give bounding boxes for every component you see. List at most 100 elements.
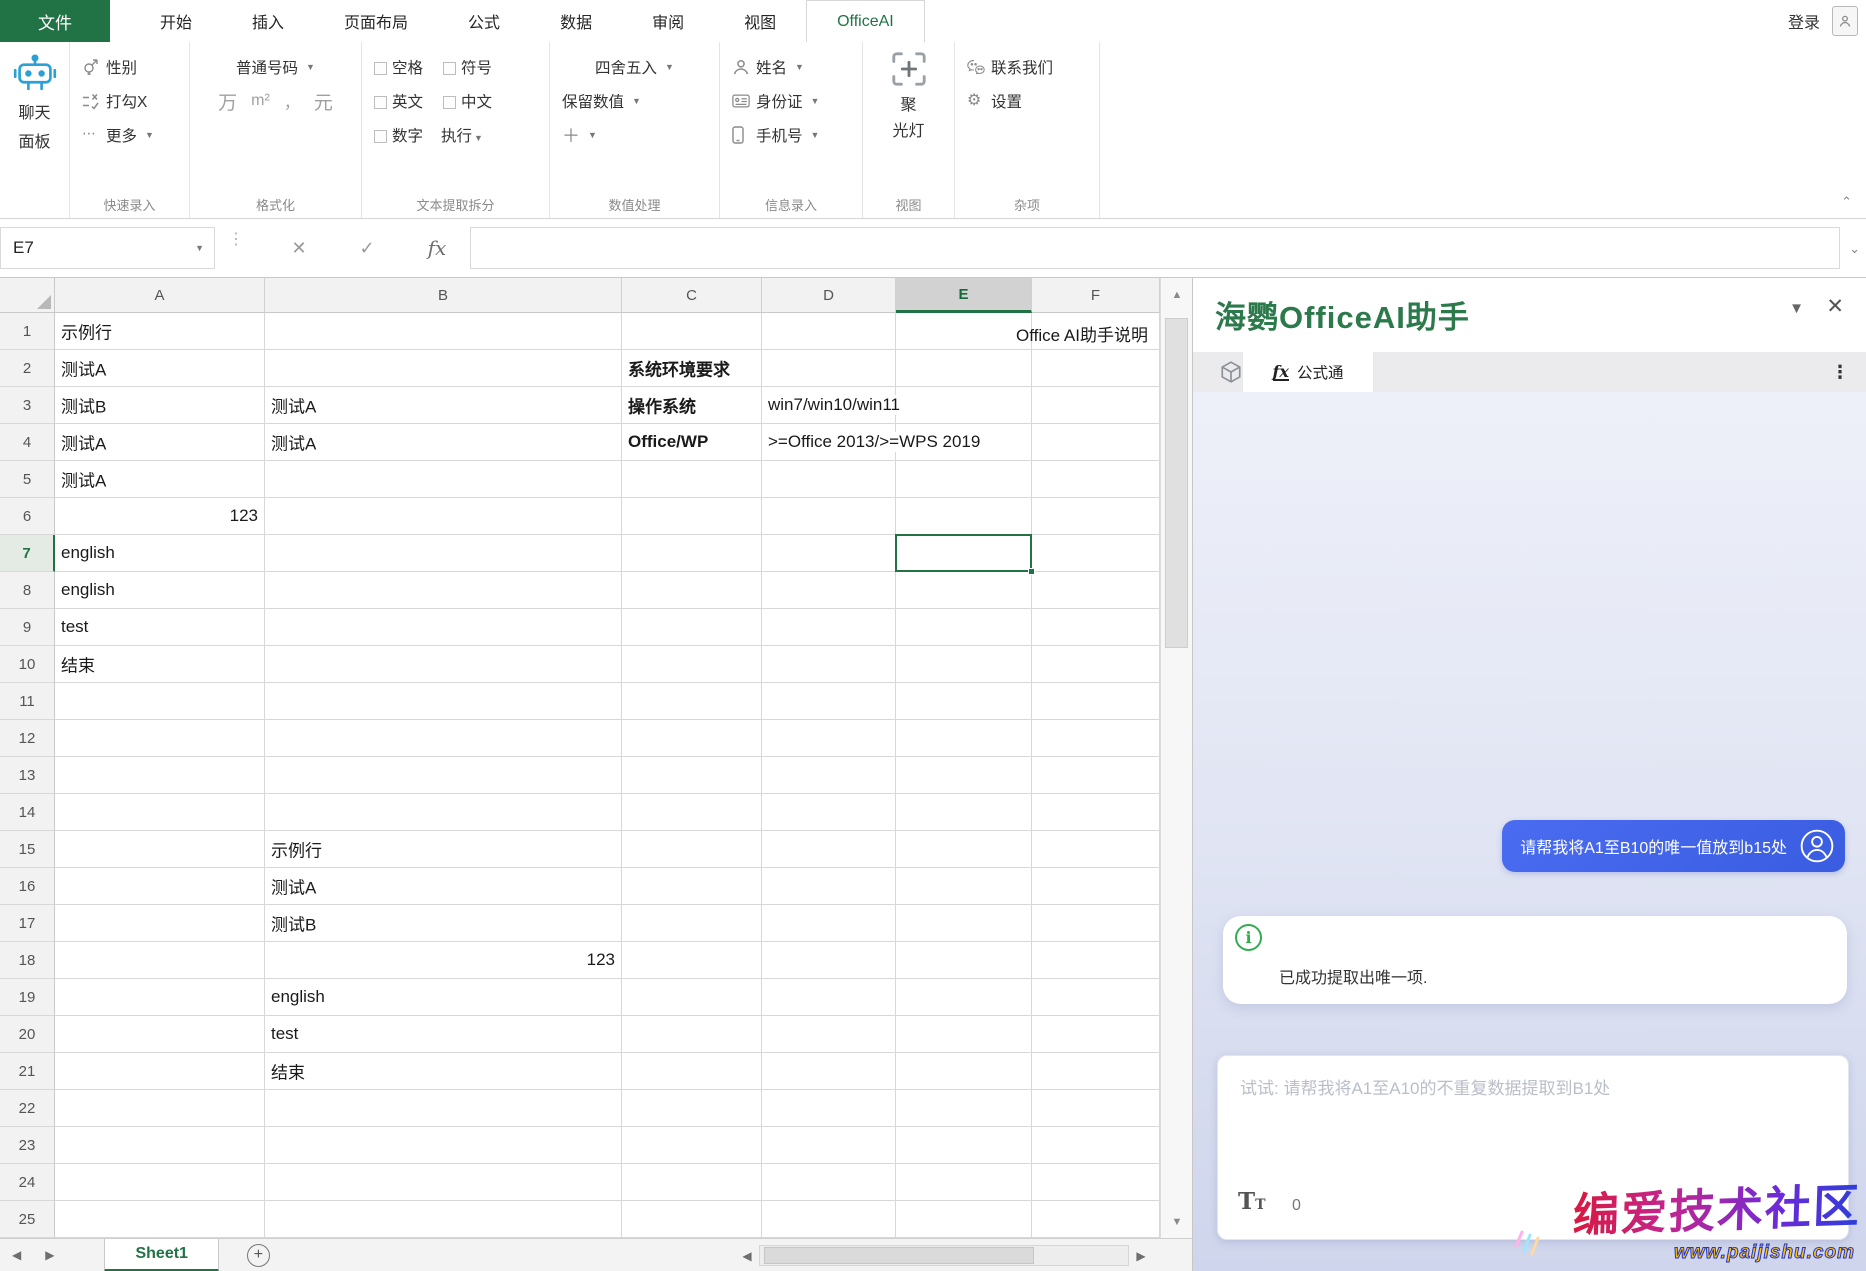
chinese-checkbox[interactable]: 中文 — [443, 90, 492, 112]
scroll-up-icon[interactable]: ▲ — [1161, 278, 1193, 311]
cell-F22[interactable] — [1032, 1090, 1160, 1127]
cell-A15[interactable] — [55, 831, 265, 868]
col-header-D[interactable]: D — [762, 278, 896, 313]
cell-F5[interactable] — [1032, 461, 1160, 498]
cell-C1[interactable] — [622, 313, 762, 350]
row-header-3[interactable]: 3 — [0, 387, 55, 424]
cell-B6[interactable] — [265, 498, 622, 535]
cell-C5[interactable] — [622, 461, 762, 498]
scroll-right-icon[interactable]: ▶ — [1129, 1249, 1153, 1263]
cell-B9[interactable] — [265, 609, 622, 646]
row-header-5[interactable]: 5 — [0, 461, 55, 498]
pane-more-icon[interactable]: ⋮ — [1831, 362, 1849, 383]
cell-C18[interactable] — [622, 942, 762, 979]
cell-A23[interactable] — [55, 1127, 265, 1164]
pane-close-icon[interactable]: ✕ — [1826, 294, 1844, 319]
cell-D16[interactable] — [762, 868, 896, 905]
row-header-19[interactable]: 19 — [0, 979, 55, 1016]
wan-button[interactable]: 万 — [218, 88, 237, 115]
cell-B19[interactable]: english — [265, 979, 622, 1016]
cell-B21[interactable]: 结束 — [265, 1053, 622, 1090]
phone-dropdown[interactable]: 手机号▼ — [720, 118, 862, 152]
cell-F25[interactable] — [1032, 1201, 1160, 1238]
cell-A24[interactable] — [55, 1164, 265, 1201]
cell-A2[interactable]: 测试A — [55, 350, 265, 387]
cell-F8[interactable] — [1032, 572, 1160, 609]
cell-F10[interactable] — [1032, 646, 1160, 683]
cell-D2[interactable] — [762, 350, 896, 387]
row-header-6[interactable]: 6 — [0, 498, 55, 535]
menu-tab-6[interactable]: 视图 — [714, 0, 806, 42]
menu-tab-4[interactable]: 数据 — [530, 0, 622, 42]
scroll-down-icon[interactable]: ▼ — [1161, 1205, 1193, 1238]
col-header-A[interactable]: A — [55, 278, 265, 313]
tab-formula[interactable]: fx 公式通 — [1243, 352, 1373, 392]
cell-C15[interactable] — [622, 831, 762, 868]
cell-C22[interactable] — [622, 1090, 762, 1127]
round-dropdown[interactable]: 四舍五入▼ — [550, 50, 719, 84]
comma-button[interactable]: ， — [284, 89, 300, 113]
cell-C2[interactable]: 系统环境要求 — [622, 350, 762, 387]
cell-F4[interactable] — [1032, 424, 1160, 461]
cell-D20[interactable] — [762, 1016, 896, 1053]
menu-tab-officeai[interactable]: OfficeAI — [806, 0, 925, 42]
cell-D11[interactable] — [762, 683, 896, 720]
cell-B10[interactable] — [265, 646, 622, 683]
cell-F16[interactable] — [1032, 868, 1160, 905]
sheet-next-icon[interactable]: ▶ — [33, 1248, 66, 1262]
keep-value-dropdown[interactable]: 保留数值▼ — [550, 84, 719, 118]
cell-B2[interactable] — [265, 350, 622, 387]
cell-E20[interactable] — [896, 1016, 1032, 1053]
cell-C17[interactable] — [622, 905, 762, 942]
cell-D4[interactable]: >=Office 2013/>=WPS 2019 — [762, 424, 896, 461]
user-avatar-icon[interactable] — [1832, 6, 1858, 36]
cell-B4[interactable]: 测试A — [265, 424, 622, 461]
cell-E25[interactable] — [896, 1201, 1032, 1238]
cell-C6[interactable] — [622, 498, 762, 535]
menu-tab-file[interactable]: 文件 — [0, 0, 110, 42]
cell-D25[interactable] — [762, 1201, 896, 1238]
cell-F21[interactable] — [1032, 1053, 1160, 1090]
cell-B3[interactable]: 测试A — [265, 387, 622, 424]
cell-C4[interactable]: Office/WP — [622, 424, 762, 461]
cell-A13[interactable] — [55, 757, 265, 794]
cell-E19[interactable] — [896, 979, 1032, 1016]
cell-E18[interactable] — [896, 942, 1032, 979]
col-header-E[interactable]: E — [896, 278, 1032, 313]
cell-B14[interactable] — [265, 794, 622, 831]
cell-D8[interactable] — [762, 572, 896, 609]
cell-C23[interactable] — [622, 1127, 762, 1164]
row-header-11[interactable]: 11 — [0, 683, 55, 720]
cell-C16[interactable] — [622, 868, 762, 905]
cell-D12[interactable] — [762, 720, 896, 757]
cell-A7[interactable]: english — [55, 535, 265, 572]
cell-E15[interactable] — [896, 831, 1032, 868]
cell-A14[interactable] — [55, 794, 265, 831]
cell-D9[interactable] — [762, 609, 896, 646]
cell-D14[interactable] — [762, 794, 896, 831]
font-size-icon[interactable]: TT — [1238, 1188, 1266, 1215]
symbol-checkbox[interactable]: 符号 — [443, 56, 492, 78]
cell-A1[interactable]: 示例行 — [55, 313, 265, 350]
digit-checkbox[interactable]: 数字 — [374, 124, 423, 146]
cell-C7[interactable] — [622, 535, 762, 572]
select-all-corner[interactable] — [0, 278, 55, 313]
gender-button[interactable]: 性别 — [70, 50, 189, 84]
add-sheet-icon[interactable]: + — [247, 1244, 270, 1267]
formula-bar-handle[interactable]: ⋮ — [228, 235, 244, 244]
cell-B1[interactable] — [265, 313, 622, 350]
cell-C3[interactable]: 操作系统 — [622, 387, 762, 424]
menu-tab-2[interactable]: 页面布局 — [314, 0, 438, 42]
cell-E1[interactable] — [896, 313, 1032, 350]
cell-F15[interactable] — [1032, 831, 1160, 868]
cell-C9[interactable] — [622, 609, 762, 646]
row-header-10[interactable]: 10 — [0, 646, 55, 683]
menu-tab-0[interactable]: 开始 — [130, 0, 222, 42]
sheet-prev-icon[interactable]: ◀ — [0, 1248, 33, 1262]
cell-C10[interactable] — [622, 646, 762, 683]
row-header-25[interactable]: 25 — [0, 1201, 55, 1238]
row-header-24[interactable]: 24 — [0, 1164, 55, 1201]
cell-A18[interactable] — [55, 942, 265, 979]
cell-D21[interactable] — [762, 1053, 896, 1090]
cell-D19[interactable] — [762, 979, 896, 1016]
